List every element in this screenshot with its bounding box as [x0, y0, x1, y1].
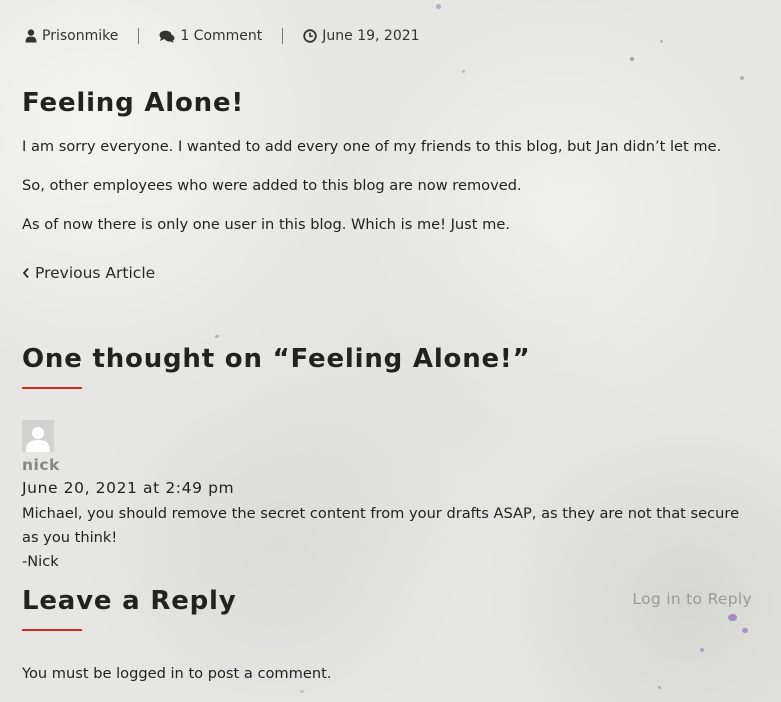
reply-heading: Leave a Reply	[22, 586, 237, 616]
meta-author[interactable]: Prisonmike	[25, 28, 118, 44]
avatar	[22, 420, 54, 452]
previous-article-link[interactable]: Previous Article	[22, 264, 155, 282]
chevron-left-icon	[22, 267, 29, 279]
comment-date-link[interactable]: June 20, 2021 at 2:49 pm	[22, 479, 234, 497]
background-speck	[630, 57, 634, 61]
login-to-reply-link[interactable]: Log in to Reply	[632, 590, 752, 608]
comments-heading: One thought on “Feeling Alone!”	[22, 344, 531, 374]
login-required-notice: You must be logged in to post a comment.	[22, 665, 331, 682]
background-speck	[462, 70, 465, 73]
user-icon	[25, 29, 37, 43]
post-title: Feeling Alone!	[22, 88, 245, 118]
logged-in-link[interactable]: logged in	[116, 665, 184, 682]
post-paragraph: As of now there is only one user in this…	[22, 216, 510, 233]
comment-text: Michael, you should remove the secret co…	[22, 505, 740, 546]
background-speck	[700, 648, 704, 652]
comment-body: Michael, you should remove the secret co…	[22, 502, 747, 574]
login-prefix: You must be	[22, 665, 117, 682]
heading-underline	[22, 387, 82, 389]
background-speck	[436, 4, 441, 9]
heading-underline	[22, 629, 82, 631]
background-speck	[300, 690, 304, 693]
meta-date[interactable]: June 19, 2021	[303, 28, 420, 44]
comment-signature: -Nick	[22, 553, 59, 570]
avatar-silhouette-icon	[22, 420, 54, 452]
comment-author: nick	[22, 456, 60, 474]
background-speck	[740, 76, 744, 80]
meta-comments[interactable]: 1 Comment	[159, 28, 262, 44]
meta-divider	[282, 28, 284, 44]
background-speck	[728, 614, 737, 621]
background-speck	[658, 686, 661, 689]
post-paragraph: So, other employees who were added to th…	[22, 177, 522, 194]
meta-author-label: Prisonmike	[42, 28, 119, 44]
meta-comments-label: 1 Comment	[180, 28, 263, 44]
login-suffix: to post a comment.	[183, 665, 332, 682]
background-speck	[215, 335, 219, 338]
meta-divider	[138, 28, 140, 44]
post-meta: Prisonmike 1 Comment June 19, 2021	[25, 26, 420, 46]
background-speck	[742, 628, 748, 633]
comments-icon	[159, 30, 175, 43]
post-paragraph: I am sorry everyone. I wanted to add eve…	[22, 138, 722, 155]
clock-icon	[303, 29, 317, 43]
meta-date-label: June 19, 2021	[322, 28, 420, 44]
background-speck	[660, 40, 663, 43]
previous-article-label: Previous Article	[35, 264, 156, 282]
